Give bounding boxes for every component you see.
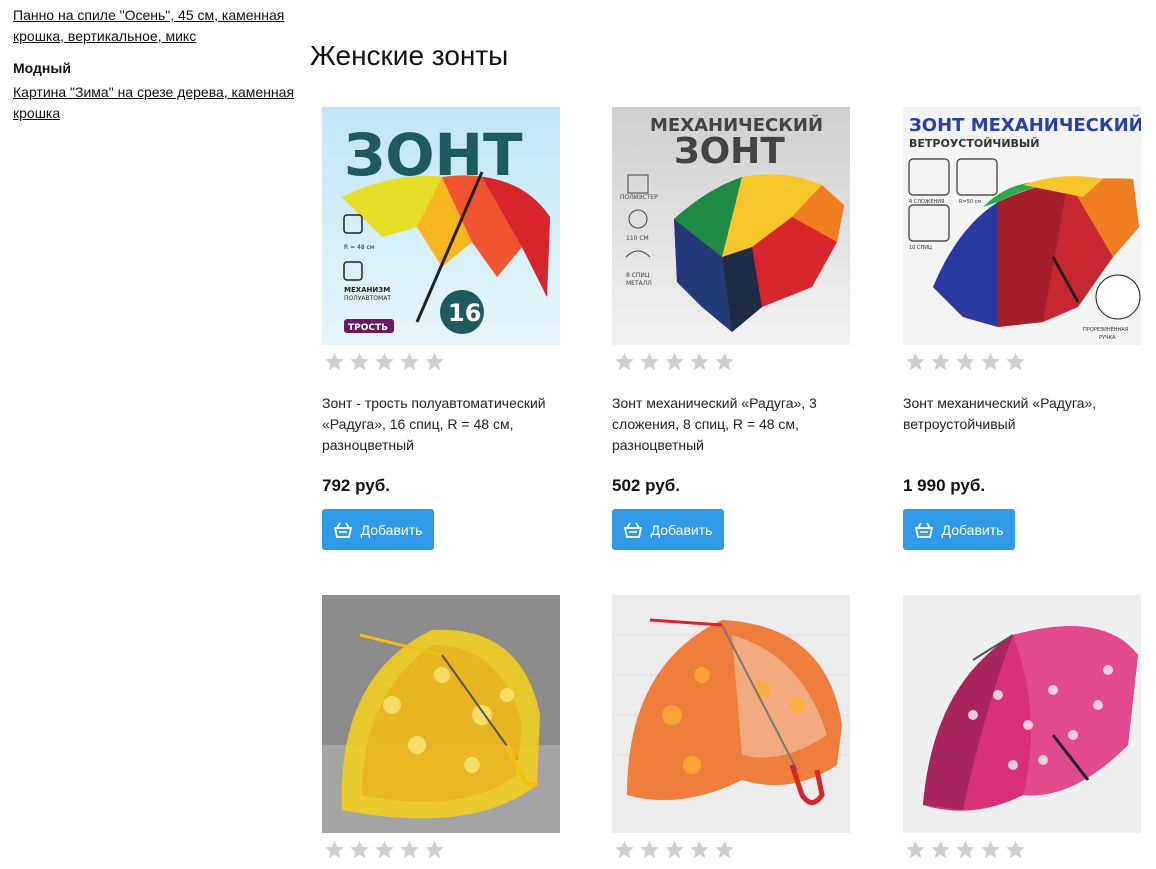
svg-text:R = 48 см: R = 48 см bbox=[344, 244, 374, 251]
svg-text:РУЧКА: РУЧКА bbox=[1099, 335, 1116, 341]
product-card bbox=[322, 595, 560, 863]
star-icon[interactable] bbox=[955, 839, 976, 860]
star-icon[interactable] bbox=[639, 839, 660, 860]
star-icon[interactable] bbox=[930, 839, 951, 860]
star-icon[interactable] bbox=[639, 351, 660, 372]
sidebar: Панно на спиле "Осень", 45 см, каменная … bbox=[13, 5, 298, 124]
star-icon[interactable] bbox=[714, 839, 735, 860]
basket-icon bbox=[623, 522, 642, 538]
product-image[interactable] bbox=[322, 595, 560, 833]
product-image[interactable] bbox=[903, 595, 1141, 833]
star-icon[interactable] bbox=[374, 839, 395, 860]
rating-stars[interactable] bbox=[322, 351, 560, 375]
basket-icon bbox=[333, 522, 352, 538]
star-icon[interactable] bbox=[689, 351, 710, 372]
star-icon[interactable] bbox=[374, 351, 395, 372]
star-icon[interactable] bbox=[1005, 839, 1026, 860]
star-icon[interactable] bbox=[714, 351, 735, 372]
svg-text:16: 16 bbox=[448, 299, 481, 327]
star-icon[interactable] bbox=[1005, 351, 1026, 372]
add-to-cart-button[interactable]: Добавить bbox=[322, 509, 434, 550]
product-image[interactable] bbox=[612, 595, 850, 833]
star-icon[interactable] bbox=[955, 351, 976, 372]
sidebar-link-panno[interactable]: Панно на спиле "Осень", 45 см, каменная … bbox=[13, 5, 298, 47]
svg-text:ПРОРЕЗИНЕННАЯ: ПРОРЕЗИНЕННАЯ bbox=[1083, 327, 1128, 333]
product-card: ЗОНТ R = 48 см МЕХАНИЗМ ПОЛУАВТОМАТ ТРОС… bbox=[322, 107, 560, 550]
star-icon[interactable] bbox=[424, 351, 445, 372]
sidebar-link-kartina[interactable]: Картина "Зима" на срезе дерева, каменная… bbox=[13, 82, 298, 124]
svg-text:110 СМ: 110 СМ bbox=[626, 235, 649, 242]
svg-text:ПОЛИЭСТЕР: ПОЛИЭСТЕР bbox=[620, 194, 658, 201]
product-name[interactable]: Зонт механический «Радуга», 3 сложения, … bbox=[612, 393, 850, 456]
add-to-cart-button[interactable]: Добавить bbox=[612, 509, 724, 550]
page-title: Женские зонты bbox=[310, 40, 509, 71]
svg-text:ЗОНТ МЕХАНИЧЕСКИЙ: ЗОНТ МЕХАНИЧЕСКИЙ bbox=[909, 114, 1141, 136]
svg-text:4 СЛОЖЕНИЯ: 4 СЛОЖЕНИЯ bbox=[909, 199, 944, 205]
add-button-label: Добавить bbox=[360, 521, 423, 538]
star-icon[interactable] bbox=[424, 839, 445, 860]
product-price: 502 руб. bbox=[612, 476, 680, 495]
rating-stars[interactable] bbox=[612, 351, 850, 375]
svg-text:ТРОСТЬ: ТРОСТЬ bbox=[348, 323, 388, 333]
rating-stars[interactable] bbox=[612, 839, 850, 863]
rating-stars[interactable] bbox=[322, 839, 560, 863]
add-button-label: Добавить bbox=[650, 521, 713, 538]
sidebar-section-label: Модный bbox=[13, 60, 71, 76]
product-name[interactable]: Зонт механический «Радуга», ветроустойчи… bbox=[903, 393, 1141, 456]
star-icon[interactable] bbox=[905, 351, 926, 372]
svg-text:R=50 см: R=50 см bbox=[959, 199, 981, 205]
star-icon[interactable] bbox=[324, 839, 345, 860]
star-icon[interactable] bbox=[664, 351, 685, 372]
star-icon[interactable] bbox=[980, 351, 1001, 372]
product-card bbox=[903, 595, 1141, 863]
star-icon[interactable] bbox=[399, 351, 420, 372]
svg-text:8 СПИЦ: 8 СПИЦ bbox=[626, 272, 650, 279]
star-icon[interactable] bbox=[614, 351, 635, 372]
star-icon[interactable] bbox=[614, 839, 635, 860]
star-icon[interactable] bbox=[324, 351, 345, 372]
svg-text:ЗОНТ: ЗОНТ bbox=[674, 131, 785, 172]
star-icon[interactable] bbox=[689, 839, 710, 860]
product-image[interactable]: МЕХАНИЧЕСКИЙ ЗОНТ ПОЛИЭСТЕР 110 СМ 8 СПИ… bbox=[612, 107, 850, 345]
svg-text:МЕХАНИЗМ: МЕХАНИЗМ bbox=[344, 286, 390, 294]
svg-text:МЕТАЛЛ: МЕТАЛЛ bbox=[626, 280, 652, 287]
svg-text:ВЕТРОУСТОЙЧИВЫЙ: ВЕТРОУСТОЙЧИВЫЙ bbox=[909, 137, 1040, 150]
rating-stars[interactable] bbox=[903, 839, 1141, 863]
add-button-label: Добавить bbox=[941, 521, 1004, 538]
product-name[interactable]: Зонт - трость полуавтоматический «Радуга… bbox=[322, 393, 560, 456]
svg-text:ПОЛУАВТОМАТ: ПОЛУАВТОМАТ bbox=[344, 295, 391, 302]
star-icon[interactable] bbox=[399, 839, 420, 860]
star-icon[interactable] bbox=[930, 351, 951, 372]
star-icon[interactable] bbox=[980, 839, 1001, 860]
product-card: МЕХАНИЧЕСКИЙ ЗОНТ ПОЛИЭСТЕР 110 СМ 8 СПИ… bbox=[612, 107, 850, 550]
product-card: ЗОНТ МЕХАНИЧЕСКИЙ ВЕТРОУСТОЙЧИВЫЙ 4 СЛОЖ… bbox=[903, 107, 1141, 550]
product-card bbox=[612, 595, 850, 863]
product-image[interactable]: ЗОНТ МЕХАНИЧЕСКИЙ ВЕТРОУСТОЙЧИВЫЙ 4 СЛОЖ… bbox=[903, 107, 1141, 345]
add-to-cart-button[interactable]: Добавить bbox=[903, 509, 1015, 550]
basket-icon bbox=[914, 522, 933, 538]
rating-stars[interactable] bbox=[903, 351, 1141, 375]
product-price: 792 руб. bbox=[322, 476, 390, 495]
star-icon[interactable] bbox=[905, 839, 926, 860]
product-image[interactable]: ЗОНТ R = 48 см МЕХАНИЗМ ПОЛУАВТОМАТ ТРОС… bbox=[322, 107, 560, 345]
star-icon[interactable] bbox=[349, 839, 370, 860]
svg-text:10 СПИЦ: 10 СПИЦ bbox=[909, 245, 932, 251]
star-icon[interactable] bbox=[664, 839, 685, 860]
star-icon[interactable] bbox=[349, 351, 370, 372]
product-price: 1 990 руб. bbox=[903, 476, 986, 495]
